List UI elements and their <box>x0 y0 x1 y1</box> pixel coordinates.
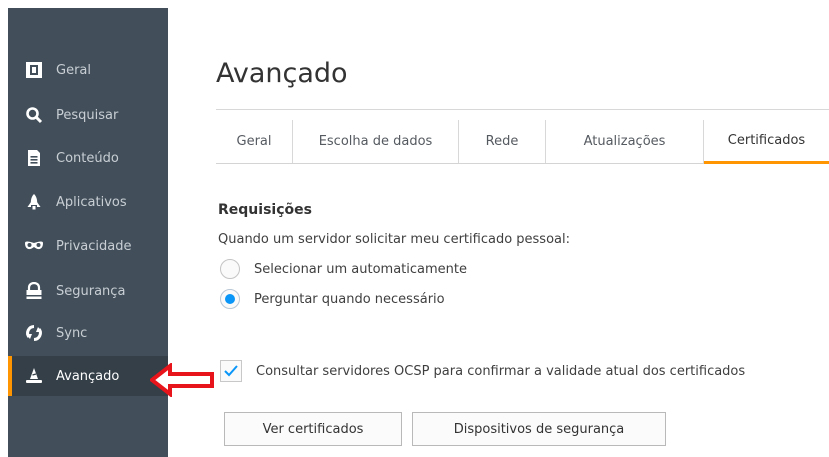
sidebar-item-label: Aplicativos <box>56 194 127 210</box>
geral-icon <box>22 58 46 82</box>
rocket-icon <box>22 190 46 214</box>
sync-icon <box>22 321 46 345</box>
radio-label: Selecionar um automaticamente <box>254 261 467 277</box>
radio-selected-dot <box>225 294 235 304</box>
radio-label: Perguntar quando necessário <box>254 291 445 307</box>
radio-ask-every-time[interactable]: Perguntar quando necessário <box>220 288 445 310</box>
tab-geral[interactable]: Geral <box>216 120 292 163</box>
sidebar-item-label: Geral <box>56 62 91 78</box>
sidebar-item-seguranca[interactable]: Segurança <box>8 271 168 311</box>
tab-atualizacoes[interactable]: Atualizações <box>546 120 703 163</box>
radio-auto-select[interactable]: Selecionar um automaticamente <box>220 258 467 280</box>
tab-bar: Geral Escolha de dados Rede Atualizações… <box>216 120 829 164</box>
sidebar-item-avancado[interactable]: Avançado <box>8 356 168 396</box>
tab-rede[interactable]: Rede <box>459 120 545 163</box>
sidebar-item-privacidade[interactable]: Privacidade <box>8 226 168 266</box>
security-devices-button[interactable]: Dispositivos de segurança <box>412 412 666 446</box>
sidebar-item-conteudo[interactable]: Conteúdo <box>8 138 168 178</box>
wizard-hat-icon <box>22 364 46 388</box>
sidebar-item-aplicativos[interactable]: Aplicativos <box>8 182 168 222</box>
tab-certificados[interactable]: Certificados <box>704 120 829 164</box>
mask-icon <box>22 234 46 258</box>
radio-button[interactable] <box>220 259 240 279</box>
search-icon <box>22 103 46 127</box>
sidebar-item-label: Pesquisar <box>56 107 119 123</box>
sidebar-item-label: Conteúdo <box>56 150 119 166</box>
sidebar: Geral Pesquisar Conteúdo Aplicativos Pri… <box>8 8 168 457</box>
checkbox-label: Consultar servidores OCSP para confirmar… <box>256 363 746 379</box>
sidebar-item-label: Sync <box>56 325 88 341</box>
page-title: Avançado <box>216 58 348 89</box>
view-certificates-button[interactable]: Ver certificados <box>224 412 402 446</box>
checkmark-icon <box>224 365 238 377</box>
radio-button[interactable] <box>220 289 240 309</box>
ocsp-checkbox-row[interactable]: Consultar servidores OCSP para confirmar… <box>220 359 745 383</box>
selection-indicator <box>8 356 12 396</box>
document-icon <box>22 146 46 170</box>
sidebar-item-label: Avançado <box>56 368 120 384</box>
title-divider <box>216 109 829 110</box>
sidebar-item-pesquisar[interactable]: Pesquisar <box>8 95 168 135</box>
ocsp-checkbox[interactable] <box>220 360 242 382</box>
main-panel: Avançado Geral Escolha de dados Rede Atu… <box>168 8 829 457</box>
section-description: Quando um servidor solicitar meu certifi… <box>218 232 570 247</box>
sidebar-item-label: Privacidade <box>56 238 132 254</box>
lock-icon <box>22 279 46 303</box>
sidebar-item-geral[interactable]: Geral <box>8 50 168 90</box>
sidebar-item-label: Segurança <box>56 283 126 299</box>
sidebar-item-sync[interactable]: Sync <box>8 313 168 353</box>
section-title: Requisições <box>218 202 312 218</box>
tab-escolha-de-dados[interactable]: Escolha de dados <box>293 120 458 163</box>
